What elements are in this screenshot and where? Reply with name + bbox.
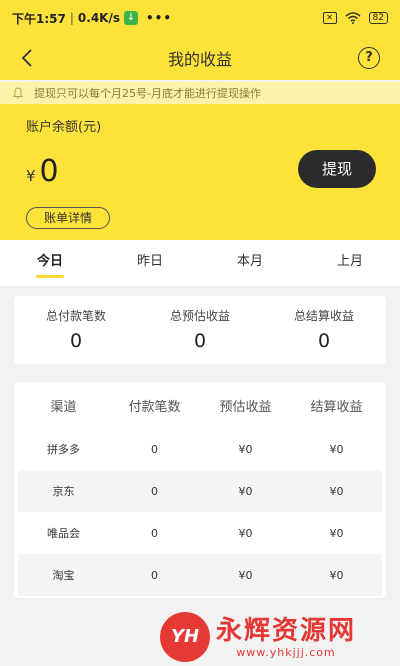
period-tabs: 今日 昨日 本月 上月 bbox=[0, 240, 400, 286]
channel-name: 淘宝 bbox=[52, 569, 75, 582]
estimated-earnings: ¥0 bbox=[238, 442, 253, 456]
settled-earnings: ¥0 bbox=[329, 526, 344, 540]
status-network-speed: 0.4K/s bbox=[77, 11, 120, 25]
watermark-brand: 永辉资源网 bbox=[216, 615, 357, 646]
summary-label: 总预估收益 bbox=[169, 309, 230, 323]
watermark-url: www.yhkjjj.com bbox=[236, 645, 336, 659]
estimated-earnings: ¥0 bbox=[238, 568, 253, 582]
summary-label: 总结算收益 bbox=[293, 309, 354, 323]
bell-icon bbox=[13, 87, 23, 99]
balance-panel: 账户余额(元) ¥ 0 提现 账单详情 bbox=[0, 104, 400, 240]
column-header: 结算收益 bbox=[310, 399, 363, 415]
channel-name: 拼多多 bbox=[47, 443, 80, 456]
payment-count: 0 bbox=[151, 484, 158, 498]
channel-name: 唯品会 bbox=[47, 527, 80, 540]
status-more-dots: ••• bbox=[146, 11, 173, 25]
withdraw-button[interactable]: 提现 bbox=[298, 150, 376, 188]
balance-amount: ¥ 0 bbox=[26, 154, 59, 189]
channel-name: 京东 bbox=[52, 485, 75, 498]
tab-this-month[interactable]: 本月 bbox=[200, 240, 300, 286]
bill-details-button[interactable]: 账单详情 bbox=[26, 207, 110, 229]
status-separator: | bbox=[69, 11, 74, 25]
status-bar: 下午1:57 | 0.4K/s ↓ ••• ✕ 82 bbox=[0, 0, 400, 36]
chevron-left-icon[interactable] bbox=[18, 48, 38, 68]
payment-count: 0 bbox=[151, 568, 158, 582]
tab-today[interactable]: 今日 bbox=[0, 240, 100, 286]
page-title: 我的收益 bbox=[167, 50, 232, 69]
summary-estimated-earnings: 总预估收益 0 bbox=[138, 296, 262, 364]
table-row: 唯品会 0 ¥0 ¥0 bbox=[18, 512, 382, 554]
estimated-earnings: ¥0 bbox=[238, 484, 253, 498]
channel-table: 渠道 付款笔数 预估收益 结算收益 拼多多 0 ¥0 ¥0 京东 0 ¥0 ¥0… bbox=[14, 382, 386, 598]
settled-earnings: ¥0 bbox=[329, 442, 344, 456]
watermark-logo: YH bbox=[160, 612, 210, 662]
column-header: 付款笔数 bbox=[128, 399, 181, 415]
watermark: YH 永辉资源网 www.yhkjjj.com bbox=[160, 608, 400, 666]
notice-text: 提现只可以每个月25号-月底才能进行提现操作 bbox=[34, 87, 261, 100]
status-time: 下午1:57 bbox=[12, 11, 66, 26]
table-row: 拼多多 0 ¥0 ¥0 bbox=[18, 428, 382, 470]
column-header: 渠道 bbox=[50, 399, 77, 415]
summary-value: 0 bbox=[317, 330, 331, 352]
estimated-earnings: ¥0 bbox=[238, 526, 253, 540]
watermark-texts: 永辉资源网 www.yhkjjj.com bbox=[216, 616, 356, 659]
summary-settled-earnings: 总结算收益 0 bbox=[262, 296, 386, 364]
tab-last-month[interactable]: 上月 bbox=[300, 240, 400, 286]
balance-label: 账户余额(元) bbox=[26, 120, 102, 135]
balance-value: 0 bbox=[39, 154, 59, 189]
summary-value: 0 bbox=[193, 330, 207, 352]
sim-off-icon: ✕ bbox=[322, 12, 337, 24]
wifi-icon bbox=[345, 12, 361, 24]
summary-card: 总付款笔数 0 总预估收益 0 总结算收益 0 bbox=[14, 296, 386, 364]
table-row: 京东 0 ¥0 ¥0 bbox=[18, 470, 382, 512]
table-header-row: 渠道 付款笔数 预估收益 结算收益 bbox=[18, 382, 382, 428]
summary-label: 总付款笔数 bbox=[45, 309, 106, 323]
summary-value: 0 bbox=[69, 330, 83, 352]
payment-count: 0 bbox=[151, 526, 158, 540]
battery-indicator: 82 bbox=[368, 12, 388, 24]
column-header: 预估收益 bbox=[219, 399, 272, 415]
table-row: 淘宝 0 ¥0 ¥0 bbox=[18, 554, 382, 596]
payment-count: 0 bbox=[151, 442, 158, 456]
download-icon: ↓ bbox=[124, 11, 138, 25]
currency-symbol: ¥ bbox=[26, 167, 36, 185]
nav-bar: 我的收益 ? bbox=[0, 36, 400, 80]
notice-bar: 提现只可以每个月25号-月底才能进行提现操作 bbox=[0, 82, 400, 104]
settled-earnings: ¥0 bbox=[329, 568, 344, 582]
help-icon[interactable]: ? bbox=[358, 47, 380, 69]
tab-yesterday[interactable]: 昨日 bbox=[100, 240, 200, 286]
summary-total-payments: 总付款笔数 0 bbox=[14, 296, 138, 364]
settled-earnings: ¥0 bbox=[329, 484, 344, 498]
